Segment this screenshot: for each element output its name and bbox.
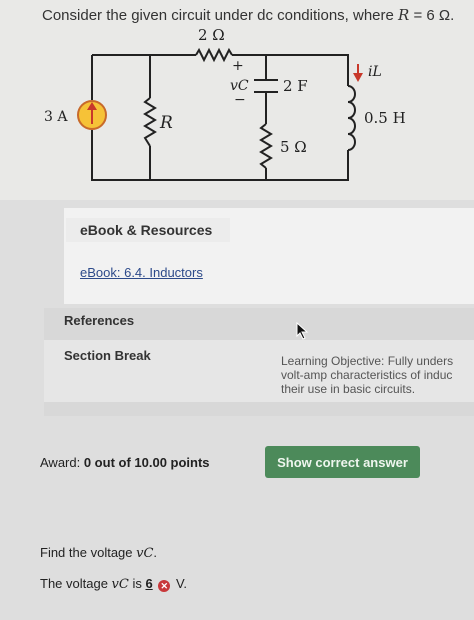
- inductor-current-arrow-icon: [353, 64, 363, 82]
- capacitor: [254, 79, 278, 93]
- learning-objective-line: volt-amp characteristics of induc: [281, 368, 453, 382]
- inductor: [347, 85, 356, 151]
- award-text: Award: 0 out of 10.00 points: [40, 455, 210, 470]
- question-prompt: Find the voltage vC.: [40, 545, 158, 561]
- learning-objective: Learning Objective: Fully unders volt-am…: [281, 354, 474, 402]
- resistor-5ohm: [259, 123, 273, 169]
- label-cap-voltage: vC: [230, 78, 249, 94]
- ebook-link[interactable]: eBook: 6.4. Inductors: [80, 265, 203, 280]
- label-current-source: 3 A: [44, 109, 68, 125]
- label-capacitor: 2 F: [283, 77, 308, 95]
- incorrect-icon: ✕: [158, 580, 171, 592]
- label-cap-plus: +: [232, 58, 244, 74]
- learning-objective-line: Learning Objective: Fully unders: [281, 354, 454, 368]
- label-r-bottom: 5 Ω: [280, 138, 307, 156]
- answer-value: 6: [145, 576, 153, 591]
- references-heading[interactable]: References: [64, 313, 134, 328]
- answer-text: The voltage vC is 6 ✕ V.: [40, 576, 188, 592]
- label-inductor: 0.5 H: [364, 109, 406, 127]
- label-cap-minus: −: [234, 92, 246, 108]
- resistor-r: [143, 97, 157, 147]
- current-source: [77, 100, 107, 130]
- label-resistor-r: R: [159, 113, 173, 133]
- mouse-cursor-icon: [296, 322, 309, 340]
- learning-objective-line: their use in basic circuits.: [281, 382, 416, 396]
- circuit-wires: [91, 54, 349, 181]
- ebook-resources-heading[interactable]: eBook & Resources: [66, 218, 230, 242]
- label-r-top: 2 Ω: [198, 26, 225, 44]
- show-correct-answer-button[interactable]: Show correct answer: [265, 446, 420, 478]
- resistor-2ohm: [195, 47, 233, 63]
- section-break-label: Section Break: [64, 348, 151, 363]
- circuit-diagram: 2 Ω 3 A R + − vC 2 F 5 Ω iL 0.5 H: [44, 26, 406, 181]
- label-inductor-current: iL: [368, 64, 382, 80]
